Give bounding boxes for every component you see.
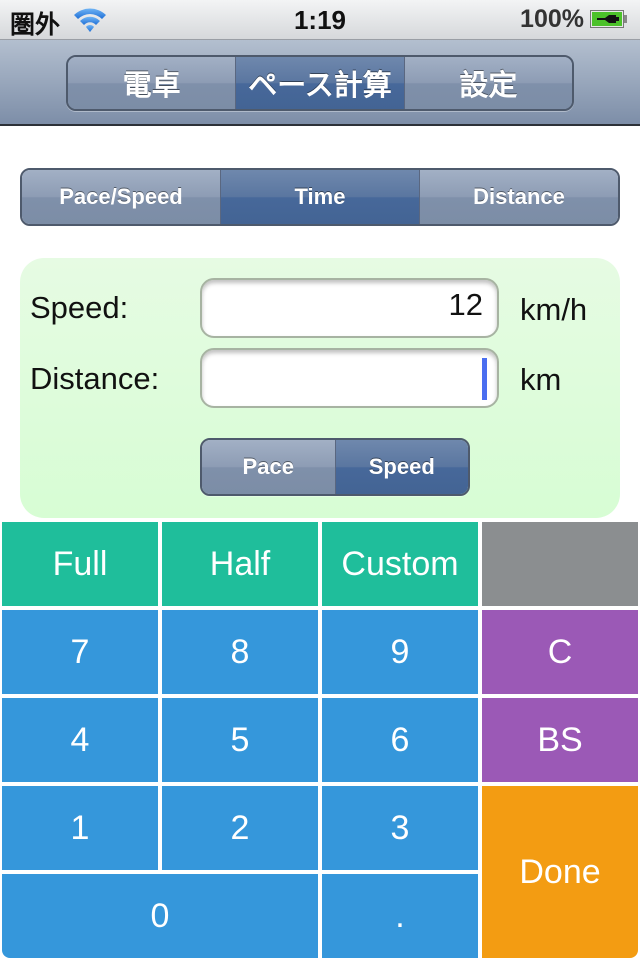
key-4[interactable]: 4: [2, 698, 158, 782]
tab-calculator[interactable]: 電卓: [68, 57, 237, 109]
key-decimal[interactable]: .: [322, 874, 478, 958]
key-clear[interactable]: C: [482, 610, 638, 694]
distance-label: Distance:: [30, 361, 160, 396]
key-6[interactable]: 6: [322, 698, 478, 782]
mode-pace-speed[interactable]: Pace/Speed: [22, 170, 221, 224]
text-cursor: [482, 358, 487, 400]
speed-value: 12: [448, 287, 483, 322]
distance-unit: km: [520, 362, 562, 397]
calc-mode-control: Pace/Speed Time Distance: [20, 168, 620, 226]
speed-unit: km/h: [520, 292, 588, 327]
key-7[interactable]: 7: [2, 610, 158, 694]
key-1[interactable]: 1: [2, 786, 158, 870]
key-done[interactable]: Done: [482, 786, 638, 958]
key-0[interactable]: 0: [2, 874, 318, 958]
main-tab-control: 電卓 ペース計算 設定: [66, 55, 574, 111]
nav-bar: 電卓 ペース計算 設定: [0, 40, 640, 126]
key-custom[interactable]: Custom: [322, 522, 478, 606]
key-blank: [482, 522, 638, 606]
mode-time[interactable]: Time: [221, 170, 420, 224]
key-half[interactable]: Half: [162, 522, 318, 606]
key-2[interactable]: 2: [162, 786, 318, 870]
key-full[interactable]: Full: [2, 522, 158, 606]
battery-percent: 100%: [520, 5, 584, 33]
key-8[interactable]: 8: [162, 610, 318, 694]
key-5[interactable]: 5: [162, 698, 318, 782]
tab-settings[interactable]: 設定: [404, 57, 572, 109]
tab-pace-calculation[interactable]: ペース計算: [236, 57, 405, 109]
key-backspace[interactable]: BS: [482, 698, 638, 782]
battery-charging-icon: [590, 10, 627, 28]
toggle-speed[interactable]: Speed: [335, 440, 468, 494]
key-9[interactable]: 9: [322, 610, 478, 694]
speed-label: Speed:: [30, 290, 129, 325]
status-bar: 圏外 1:19 100%: [0, 0, 640, 40]
distance-field[interactable]: [200, 348, 499, 408]
mode-distance[interactable]: Distance: [420, 170, 618, 224]
toggle-pace[interactable]: Pace: [202, 440, 336, 494]
key-3[interactable]: 3: [322, 786, 478, 870]
keypad: Full Half Custom 7 8 9 C 4 5 6 BS 1 2 3 …: [0, 522, 640, 960]
pace-speed-toggle: Pace Speed: [200, 438, 470, 496]
speed-field[interactable]: 12: [200, 278, 499, 338]
